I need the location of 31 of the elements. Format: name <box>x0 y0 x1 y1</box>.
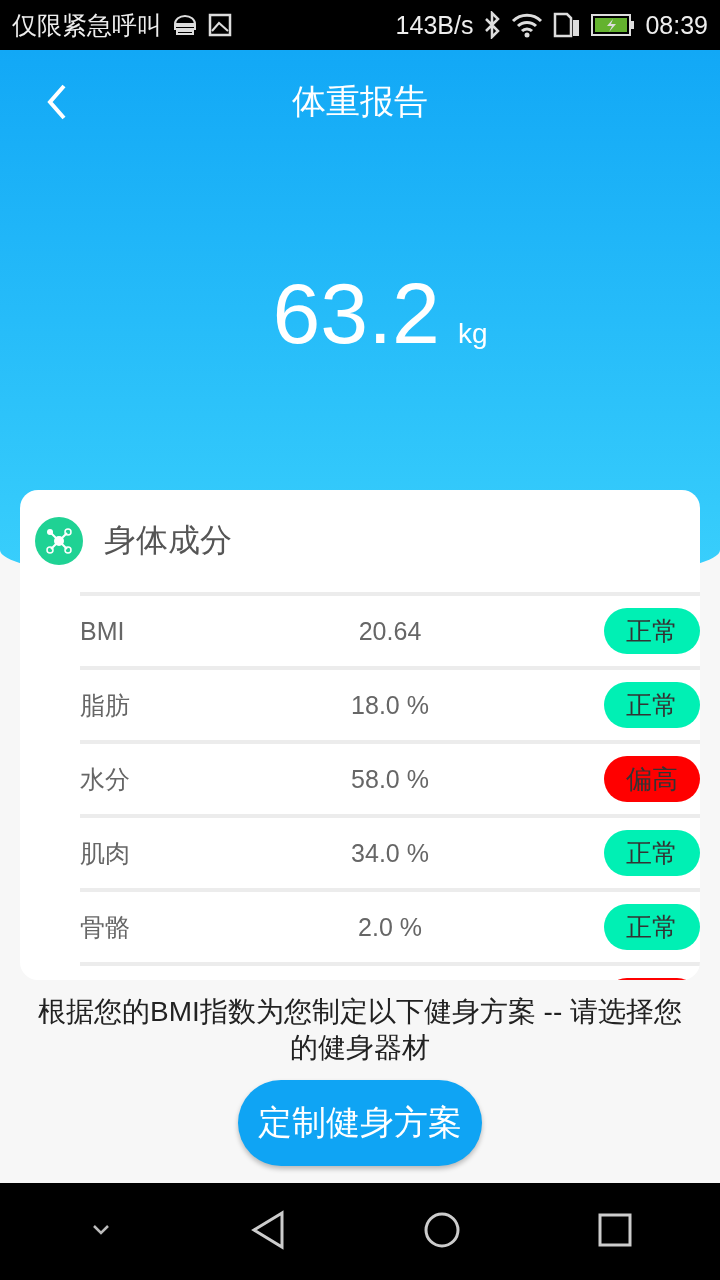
network-speed: 143B/s <box>395 10 474 40</box>
status-badge: 正常 <box>604 608 700 654</box>
status-badge: 正常 <box>604 682 700 728</box>
back-icon[interactable] <box>249 1210 286 1253</box>
metric-value: 58.0 % <box>350 764 430 794</box>
weight-value: 63.2 <box>272 264 440 363</box>
status-badge: 正常 <box>604 904 700 950</box>
image-icon <box>208 13 232 37</box>
plan-button[interactable]: 定制健身方案 <box>238 1080 482 1166</box>
metric-value: 34.0 % <box>350 838 430 868</box>
metric-label: 骨骼 <box>80 911 131 943</box>
metric-value: 2.0 % <box>357 912 423 942</box>
metric-value: 18.0 % <box>350 690 430 720</box>
recents-icon[interactable] <box>597 1213 632 1250</box>
status-badge: 正常 <box>604 830 700 876</box>
metric-label: 肌肉 <box>80 837 131 869</box>
wifi-icon <box>511 12 544 38</box>
network-icon <box>34 516 84 566</box>
page-title: 体重报告 <box>292 81 428 122</box>
battery-icon <box>591 13 636 37</box>
metric-value: 20.64 <box>357 616 423 646</box>
advice-text: 根据您的BMI指数为您制定以下健身方案 -- 请选择您的健身器材 <box>37 995 683 1065</box>
metric-label: 脂肪 <box>80 689 131 721</box>
metric-label: 水分 <box>80 763 131 795</box>
weight-unit: kg <box>457 318 488 350</box>
bluetooth-icon <box>483 11 502 39</box>
clock-text: 08:39 <box>645 10 708 40</box>
carrier-text: 仅限紧急呼叫 <box>12 9 162 41</box>
metric-label: BMI <box>80 616 126 646</box>
section-title: 身体成分 <box>104 521 232 560</box>
status-badge: 偏高 <box>604 756 700 802</box>
